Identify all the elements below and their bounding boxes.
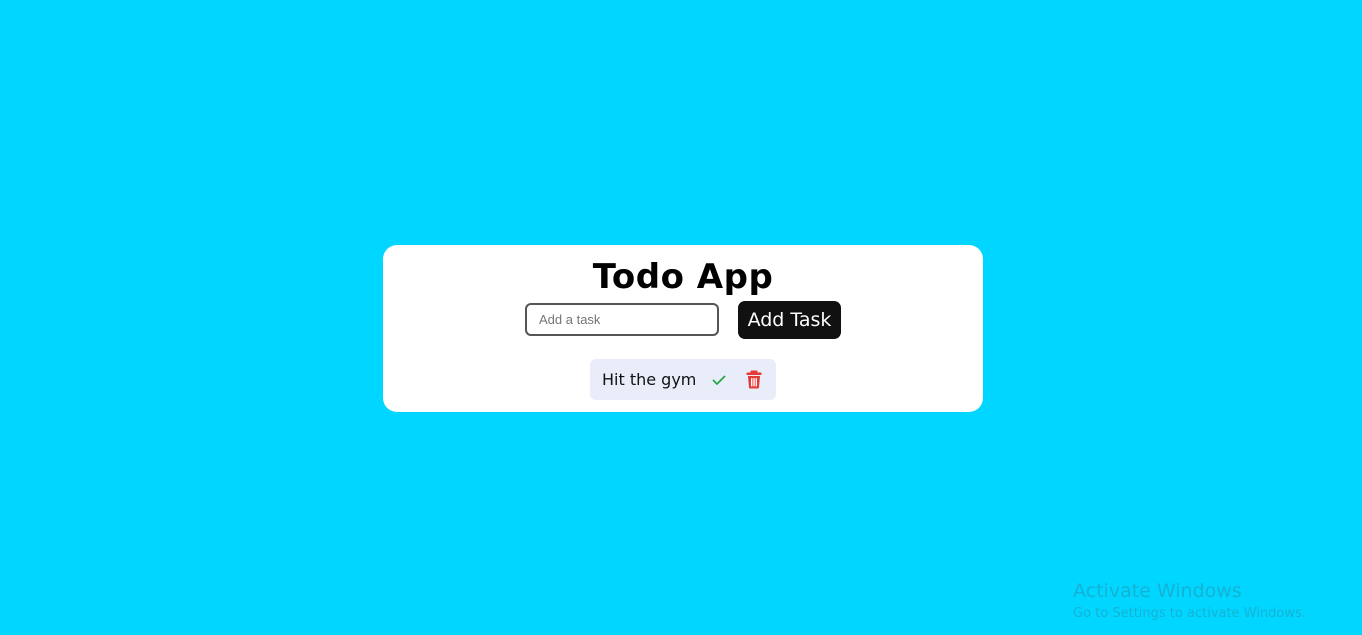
activate-windows-watermark: Activate Windows Go to Settings to activ… [1073, 580, 1306, 624]
trash-icon[interactable] [745, 370, 763, 389]
add-task-button[interactable]: Add Task [738, 301, 841, 339]
todo-card: Todo App Add Task Hit the gym [383, 245, 983, 412]
task-item: Hit the gym [590, 359, 776, 400]
app-title: Todo App [592, 257, 774, 297]
watermark-subtitle: Go to Settings to activate Windows. [1073, 606, 1306, 621]
watermark-title: Activate Windows [1073, 580, 1242, 602]
check-icon[interactable] [711, 372, 727, 388]
task-input[interactable] [525, 303, 719, 336]
task-text: Hit the gym [602, 370, 697, 389]
